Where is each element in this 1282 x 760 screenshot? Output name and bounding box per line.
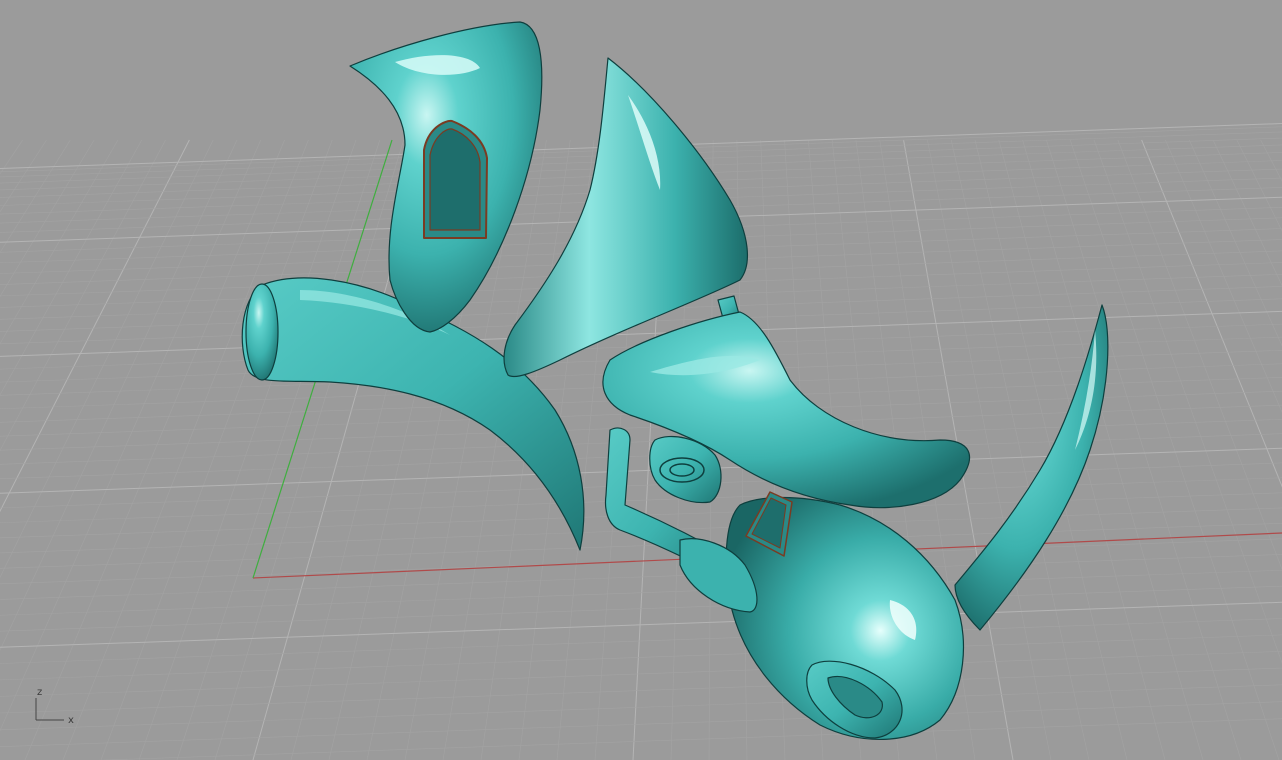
- grid-line: [0, 634, 1282, 681]
- grid-line: [100, 139, 333, 760]
- arm-end-cap: [245, 283, 279, 381]
- grid-line: [0, 447, 1282, 494]
- grid-line: [0, 139, 166, 452]
- grid-line: [0, 139, 238, 651]
- perspective-viewport[interactable]: z x: [0, 0, 1282, 760]
- grid-line: [1260, 139, 1282, 182]
- grid-line: [176, 139, 381, 760]
- grid-line: [0, 667, 1282, 714]
- tower-window-inner: [429, 128, 481, 231]
- grid-line: [0, 701, 1282, 747]
- grid-line: [0, 684, 1282, 731]
- grid-line: [0, 139, 142, 396]
- grid-line: [97, 718, 1282, 760]
- grid-line: [1093, 139, 1282, 664]
- gizmo-z-label: z: [37, 687, 43, 698]
- scene-canvas[interactable]: [0, 0, 1282, 760]
- gizmo-x-label: x: [68, 715, 74, 726]
- grid-line: [0, 139, 119, 345]
- grid-line: [1069, 139, 1280, 760]
- grid-line: [0, 139, 214, 579]
- grid-line: [1022, 139, 1204, 760]
- world-axis-gizmo: z x: [30, 686, 80, 730]
- grid-line: [0, 139, 262, 732]
- grid-line: [214, 139, 404, 760]
- grid-line: [138, 139, 357, 760]
- grid-line: [0, 139, 95, 297]
- grid-line: [0, 462, 1282, 509]
- grid-line: [0, 651, 1282, 697]
- grid-line: [0, 139, 190, 513]
